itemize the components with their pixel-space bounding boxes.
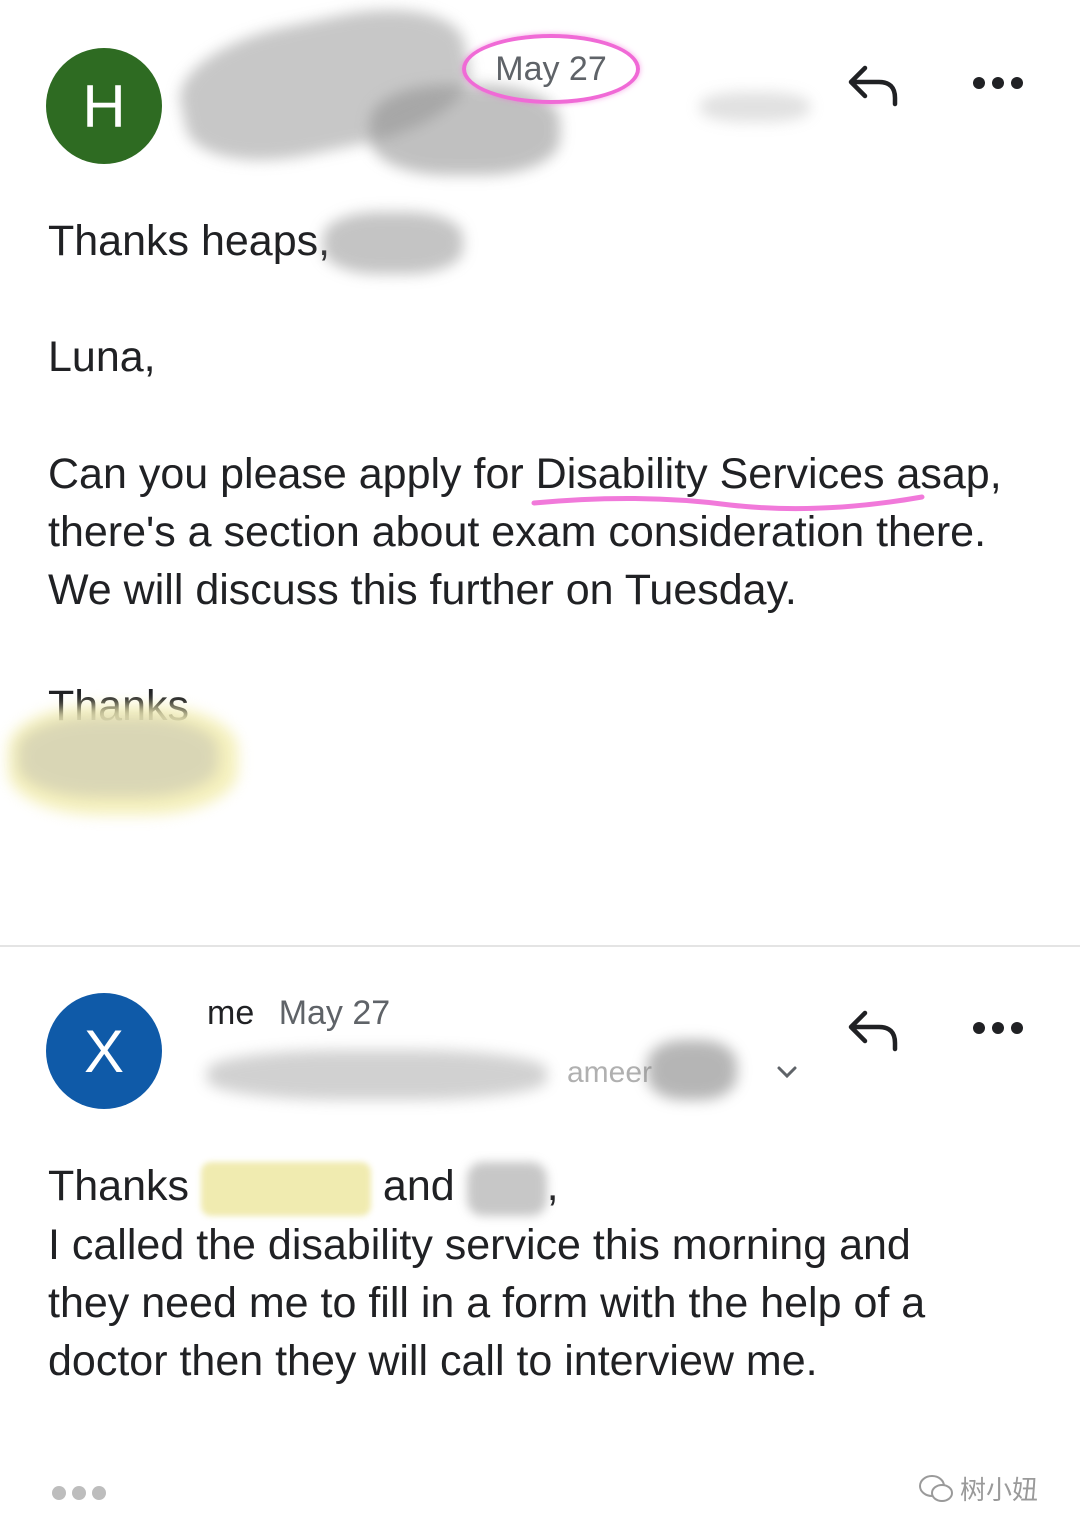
highlighted-link-text: Disability Services [531,445,925,512]
greeting-line: Thanks and , [48,1157,948,1216]
sender-avatar[interactable]: H [46,48,162,164]
reply-icon [848,65,898,107]
reply-icon [848,1010,898,1052]
more-vert-icon [972,1021,1030,1039]
redacted-recipients [207,1050,547,1100]
body-paragraph: Can you please apply for Disability Serv… [48,445,1008,619]
message-divider [0,945,1080,947]
sender-avatar[interactable]: X [46,993,162,1109]
recipients-fragment: ameer [567,1056,653,1089]
more-vert-icon [972,76,1030,94]
salutation: Luna, [48,333,156,381]
chevron-down-icon[interactable] [775,1060,799,1089]
redacted-recipients-2 [647,1040,737,1100]
show-trimmed-content-button[interactable] [52,1486,112,1505]
reply-button[interactable] [838,995,908,1065]
greeting: Thanks heaps, [48,217,331,265]
email-body: Thanks heaps, Luna, Can you please apply… [8,212,1008,815]
message-date: May 27 [462,34,640,104]
sender-name: me [207,994,255,1032]
redacted-greeting [323,212,463,274]
avatar-letter: H [82,72,126,140]
redacted-name-1 [200,1161,371,1216]
message-header: me May 27 [207,994,390,1033]
redacted-recipients-faint [700,92,810,122]
more-options-button[interactable] [966,50,1036,120]
wechat-icon [919,1474,953,1502]
redacted-name-2 [466,1161,547,1216]
avatar-letter: X [83,1017,125,1085]
redacted-signature-scribble [18,717,218,797]
message-date: May 27 [278,994,391,1032]
reply-button[interactable] [838,50,908,120]
recipients-line[interactable]: ameer [207,1040,807,1110]
more-options-button[interactable] [966,995,1036,1065]
email-body: Thanks and , I called the disability ser… [48,1157,948,1390]
body-paragraph: I called the disability service this mor… [48,1220,926,1385]
watermark: 树小妞 [918,1470,1038,1507]
